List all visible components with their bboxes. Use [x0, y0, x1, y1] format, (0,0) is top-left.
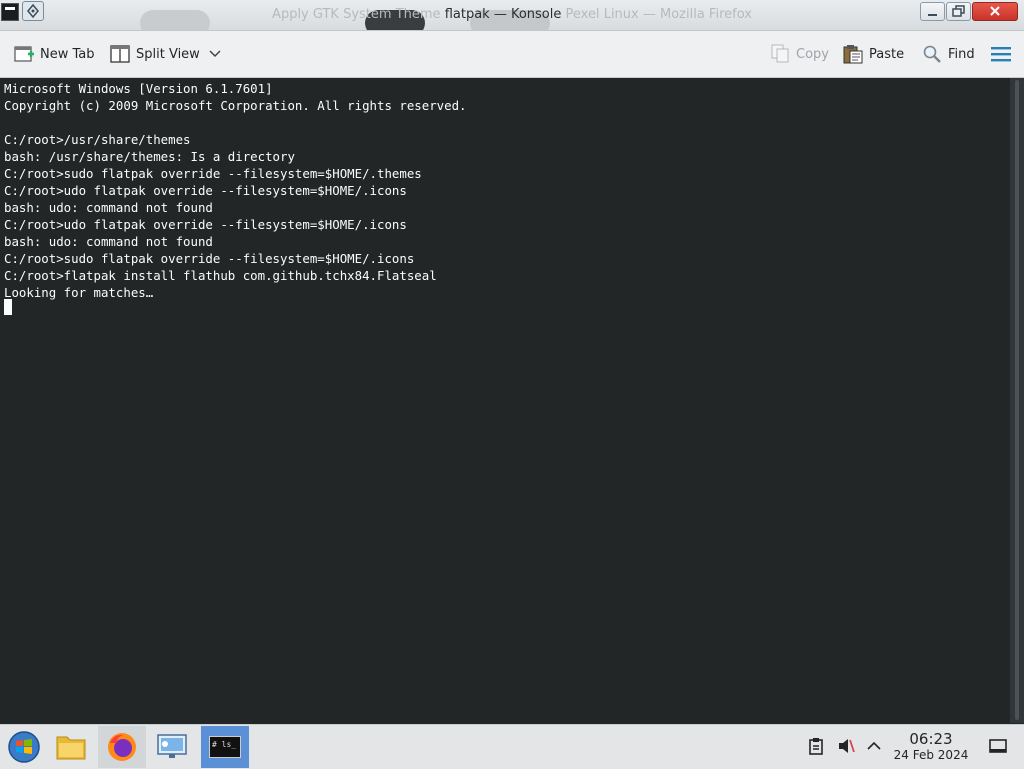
- close-icon: [990, 6, 1000, 16]
- hamburger-menu-button[interactable]: [990, 43, 1012, 65]
- split-view-label: Split View: [136, 46, 200, 62]
- new-tab-button[interactable]: New Tab: [14, 43, 95, 65]
- terminal-line: C:/root>udo flatpak override --filesyste…: [4, 183, 407, 198]
- terminal-line: C:/root>sudo flatpak override --filesyst…: [4, 166, 422, 181]
- copy-label: Copy: [796, 46, 829, 62]
- firefox-task[interactable]: [98, 726, 146, 768]
- window-title: Apply GTK System Theme flatpak — Konsole…: [0, 7, 1024, 22]
- terminal-icon-label: # ls_: [212, 740, 237, 749]
- search-icon: [923, 45, 941, 63]
- terminal-line: Microsoft Windows [Version 6.1.7601]: [4, 81, 273, 96]
- paste-label: Paste: [869, 46, 905, 62]
- find-button[interactable]: Find: [922, 43, 975, 65]
- restore-icon: [952, 5, 965, 17]
- paste-button[interactable]: Paste: [843, 43, 904, 65]
- hamburger-menu-icon: [991, 47, 1011, 62]
- minimize-button[interactable]: [920, 2, 945, 21]
- background-window-title: Apply GTK System Theme: [272, 7, 441, 22]
- konsole-task[interactable]: # ls_: [201, 726, 249, 768]
- background-window-title-mid: Pexel: [565, 7, 600, 22]
- chevron-down-icon: [209, 50, 221, 58]
- terminal-line: Copyright (c) 2009 Microsoft Corporation…: [4, 98, 467, 113]
- file-manager-task[interactable]: [47, 726, 95, 768]
- volume-muted-icon[interactable]: [837, 737, 855, 755]
- terminal-area[interactable]: Microsoft Windows [Version 6.1.7601] Cop…: [0, 78, 1010, 723]
- terminal-line: Looking for matches…: [4, 285, 154, 300]
- konsole-window-title: flatpak — Konsole: [444, 7, 562, 22]
- terminal-line: bash: udo: command not found: [4, 200, 213, 215]
- system-settings-task[interactable]: [149, 726, 197, 768]
- terminal-line: C:/root>/usr/share/themes: [4, 132, 191, 147]
- terminal-line: bash: /usr/share/themes: Is a directory: [4, 149, 295, 164]
- terminal-output: Microsoft Windows [Version 6.1.7601] Cop…: [0, 78, 1010, 301]
- folder-icon: [56, 736, 86, 760]
- clock[interactable]: 06:23 24 Feb 2024: [886, 731, 976, 763]
- maximize-button[interactable]: [946, 2, 971, 21]
- taskbar: # ls_ 06:23 24 Feb 2024: [0, 724, 1024, 769]
- find-label: Find: [948, 46, 975, 62]
- firefox-icon: [108, 733, 136, 761]
- clock-date: 24 Feb 2024: [893, 748, 969, 762]
- windows-start-icon: [8, 731, 40, 763]
- new-tab-label: New Tab: [40, 46, 95, 62]
- konsole-toolbar: New Tab Split View Copy Paste Find: [0, 31, 1024, 78]
- paste-icon: [843, 45, 863, 64]
- split-view-icon: [110, 45, 130, 63]
- clipboard-icon[interactable]: [807, 737, 825, 755]
- split-view-button[interactable]: Split View: [110, 43, 222, 65]
- settings-monitor-icon: [157, 734, 187, 758]
- chevron-up-icon[interactable]: [865, 737, 883, 755]
- show-desktop-icon[interactable]: [989, 737, 1007, 755]
- terminal-line: C:/root>udo flatpak override --filesyste…: [4, 217, 407, 232]
- copy-button[interactable]: Copy: [770, 43, 829, 65]
- terminal-cursor: [4, 299, 12, 315]
- title-bar[interactable]: Apply GTK System Theme flatpak — Konsole…: [0, 0, 1024, 31]
- copy-icon: [771, 44, 789, 63]
- close-button[interactable]: [972, 2, 1018, 21]
- minimize-icon: [928, 14, 937, 16]
- terminal-line: C:/root>sudo flatpak override --filesyst…: [4, 251, 415, 266]
- scrollbar-thumb[interactable]: [1015, 80, 1019, 720]
- new-tab-icon: [14, 46, 34, 62]
- start-menu-button[interactable]: [0, 726, 48, 768]
- terminal-icon: # ls_: [209, 736, 241, 758]
- terminal-scrollbar[interactable]: [1010, 78, 1024, 723]
- clock-time: 06:23: [909, 730, 953, 748]
- terminal-line: bash: udo: command not found: [4, 234, 213, 249]
- background-window-title-right: Linux — Mozilla Firefox: [603, 7, 752, 22]
- terminal-line: C:/root>flatpak install flathub com.gith…: [4, 268, 437, 283]
